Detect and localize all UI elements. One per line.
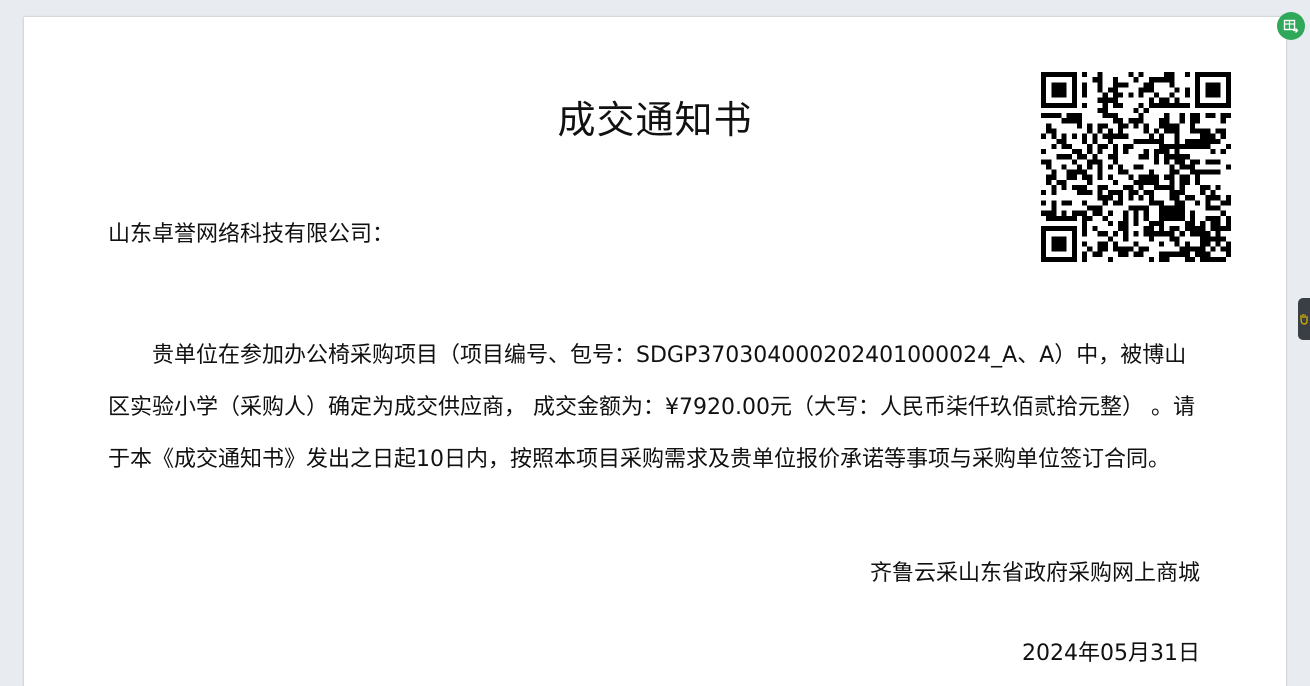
document-viewer: 成交通知书 山东卓誉网络科技有限公司： 贵单位在参加办公椅采购项目（项目编号、包…: [0, 0, 1310, 686]
hand-icon: [1300, 314, 1308, 325]
notice-page: 成交通知书 山东卓誉网络科技有限公司： 贵单位在参加办公椅采购项目（项目编号、包…: [24, 17, 1286, 686]
side-panel-tab[interactable]: [1298, 298, 1310, 340]
issue-date: 2024年05月31日: [1022, 641, 1200, 666]
recipient-name: 山东卓誉网络科技有限公司：: [108, 222, 395, 247]
table-export-icon: [1283, 19, 1299, 33]
issuer-name: 齐鲁云采山东省政府采购网上商城: [869, 561, 1200, 586]
table-export-button[interactable]: [1277, 12, 1305, 40]
notice-body: 贵单位在参加办公椅采购项目（项目编号、包号：SDGP37030400020240…: [108, 343, 1195, 472]
qr-code-icon: [1041, 72, 1231, 262]
